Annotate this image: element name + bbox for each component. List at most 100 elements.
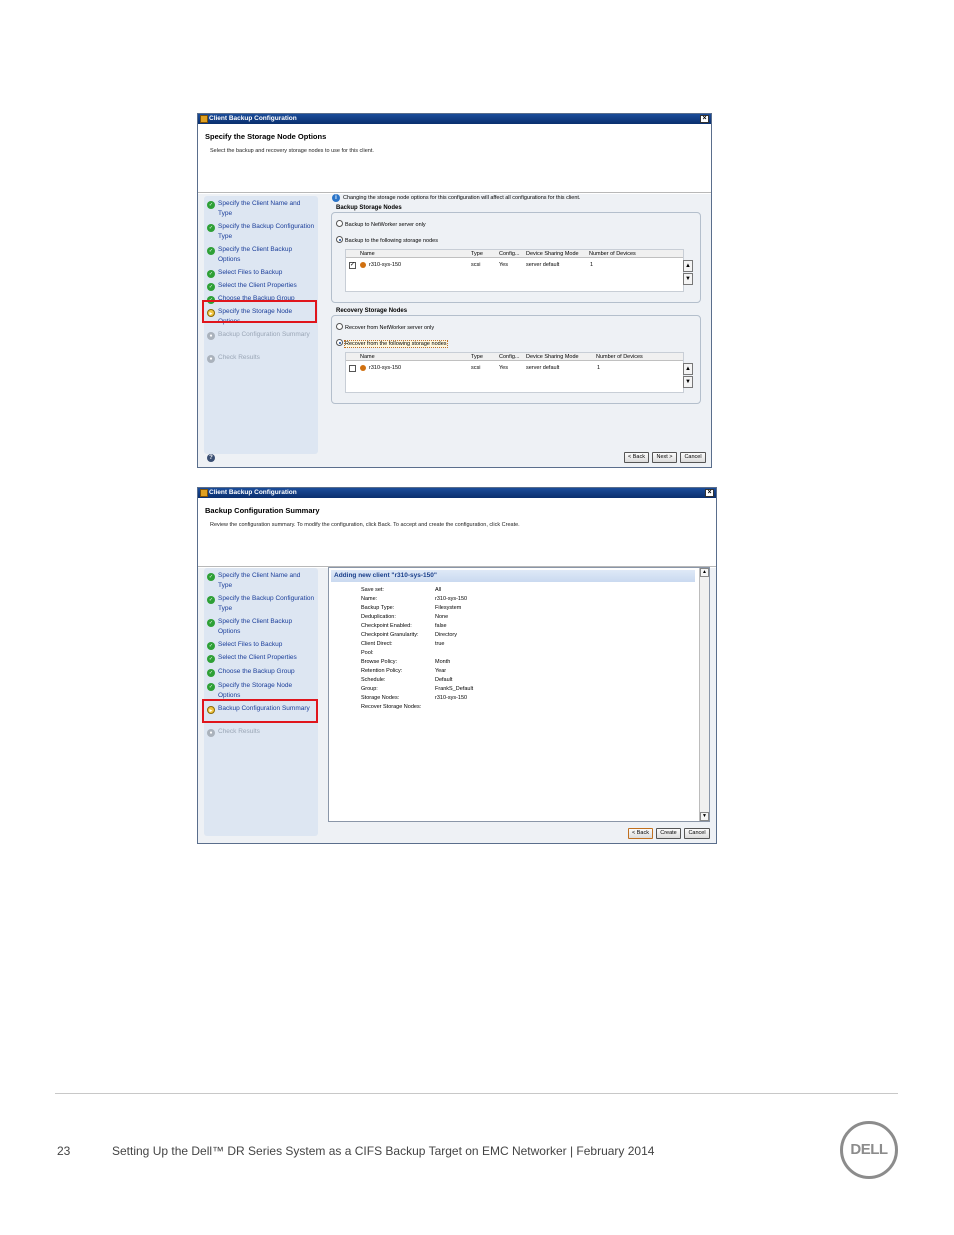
wizard-header: Specify the Storage Node Options Select … [198,124,711,193]
step-check-results: ● Check Results [206,353,316,373]
step-backup-options[interactable]: ✓ Specify the Client Backup Options [206,617,316,637]
step-client-name[interactable]: ✓ Specify the Client Name and Type [206,571,316,591]
next-button[interactable]: Next > [652,452,677,463]
node-checkbox[interactable]: ✓ [349,262,356,269]
info-icon: i [332,194,340,202]
window-title-bar[interactable]: Client Backup Configuration × [198,488,716,498]
check-icon: ✓ [207,655,215,663]
scroll-up-icon[interactable]: ▲ [700,568,709,577]
step-config-type[interactable]: ✓ Specify the Backup Configuration Type [206,594,316,614]
summary-row: Recover Storage Nodes: [361,704,422,710]
col-name[interactable]: Name [360,251,375,257]
back-button[interactable]: < Back [624,452,649,463]
app-icon [200,489,208,497]
move-down-button[interactable]: ▼ [683,376,693,388]
check-icon: ✓ [207,224,215,232]
radio-recover-server-only[interactable]: Recover from NetWorker server only [336,323,434,331]
table-row[interactable]: r310-sys-150 scsi Yes server default 1 [346,364,683,373]
col-name[interactable]: Name [360,354,375,360]
backup-storage-nodes-group: Backup Storage Nodes Backup to NetWorker… [331,205,701,303]
close-icon[interactable]: × [700,115,709,123]
check-icon: ✓ [207,283,215,291]
page-number: 23 [57,1144,71,1158]
step-client-name[interactable]: ✓ Specify the Client Name and Type [206,199,316,219]
summary-row: Save set: All [361,587,442,593]
backup-nodes-table[interactable]: Name Type Config... Device Sharing Mode … [345,249,684,292]
pending-step-icon: ● [207,332,215,340]
storage-node-icon [360,365,366,371]
scroll-down-icon[interactable]: ▼ [700,812,709,821]
table-header: Name Type Config... Device Sharing Mode … [346,250,683,258]
col-number-devices[interactable]: Number of Devices [596,354,643,360]
current-step-highlight [202,699,318,723]
check-icon: ✓ [207,596,215,604]
wizard-header: Backup Configuration Summary Review the … [198,498,716,567]
summary-row: Storage Nodes: r310-sys-150 [361,695,468,701]
close-icon[interactable]: × [705,489,714,497]
radio-icon [336,220,343,227]
check-icon: ✓ [207,683,215,691]
summary-row: Backup Type: Filesystem [361,605,462,611]
col-type[interactable]: Type [471,251,483,257]
cancel-button[interactable]: Cancel [684,828,710,839]
page-subtitle: Review the configuration summary. To mod… [210,522,520,528]
radio-selected-icon [336,236,343,243]
col-type[interactable]: Type [471,354,483,360]
check-icon: ✓ [207,201,215,209]
footer-text: Setting Up the Dell™ DR Series System as… [112,1144,655,1158]
step-storage-node[interactable]: ✓ Specify the Storage Node Options [206,681,316,701]
summary-row: Name: r310-sys-150 [361,596,468,602]
check-icon: ✓ [207,573,215,581]
summary-row: Client Direct: true [361,641,445,647]
step-summary: ● Backup Configuration Summary [206,330,316,350]
back-button[interactable]: < Back [628,828,653,839]
window-title: Client Backup Configuration [209,115,297,122]
summary-row: Checkpoint Granularity: Directory [361,632,458,638]
step-backup-options[interactable]: ✓ Specify the Client Backup Options [206,245,316,265]
summary-row: Pool: [361,650,374,656]
table-row[interactable]: ✓ r310-sys-150 scsi Yes server default 1 [346,261,683,270]
cancel-button[interactable]: Cancel [680,452,706,463]
move-down-button[interactable]: ▼ [683,273,693,285]
step-config-type[interactable]: ✓ Specify the Backup Configuration Type [206,222,316,242]
node-checkbox[interactable] [349,365,356,372]
summary-row: Retention Policy: Year [361,668,447,674]
check-icon: ✓ [207,669,215,677]
col-number-devices[interactable]: Number of Devices [589,251,636,257]
radio-selected-icon [336,339,343,346]
steps-panel: ✓ Specify the Client Name and Type ✓ Speci… [204,196,318,454]
summary-scrollbar[interactable]: ▲ ▼ [699,568,709,821]
check-icon: ✓ [207,247,215,255]
radio-backup-storage-nodes[interactable]: Backup to the following storage nodes [336,236,438,244]
window-storage-node-options: Client Backup Configuration × Specify th… [197,113,712,468]
recovery-nodes-table[interactable]: Name Type Config... Device Sharing Mode … [345,352,684,393]
group-title: Recovery Storage Nodes [335,308,409,314]
window-configuration-summary: Client Backup Configuration × Backup Con… [197,487,717,844]
page-title: Backup Configuration Summary [205,506,320,515]
info-text: Changing the storage node options for th… [343,195,581,201]
window-title: Client Backup Configuration [209,489,297,496]
step-check-results: ● Check Results [206,727,316,747]
pending-step-icon: ● [207,355,215,363]
summary-row: Schedule: Default [361,677,453,683]
radio-backup-server-only[interactable]: Backup to NetWorker server only [336,220,426,228]
move-up-button[interactable]: ▲ [683,363,693,375]
radio-recover-storage-nodes[interactable]: Recover from the following storage nodes [336,339,448,348]
app-icon [200,115,208,123]
summary-title: Adding new client "r310-sys-150" [331,570,695,582]
check-icon: ✓ [207,619,215,627]
window-title-bar[interactable]: Client Backup Configuration × [198,114,711,124]
col-sharing-mode[interactable]: Device Sharing Mode [526,251,579,257]
col-config[interactable]: Config... [499,251,519,257]
col-sharing-mode[interactable]: Device Sharing Mode [526,354,579,360]
radio-icon [336,323,343,330]
col-config[interactable]: Config... [499,354,519,360]
summary-row: Checkpoint Enabled: false [361,623,447,629]
storage-node-icon [360,262,366,268]
create-button[interactable]: Create [656,828,681,839]
page-title: Specify the Storage Node Options [205,132,327,141]
help-icon[interactable]: ? [207,454,215,462]
footer-divider [55,1093,898,1094]
summary-panel[interactable]: Adding new client "r310-sys-150" Save se… [328,567,710,822]
move-up-button[interactable]: ▲ [683,260,693,272]
